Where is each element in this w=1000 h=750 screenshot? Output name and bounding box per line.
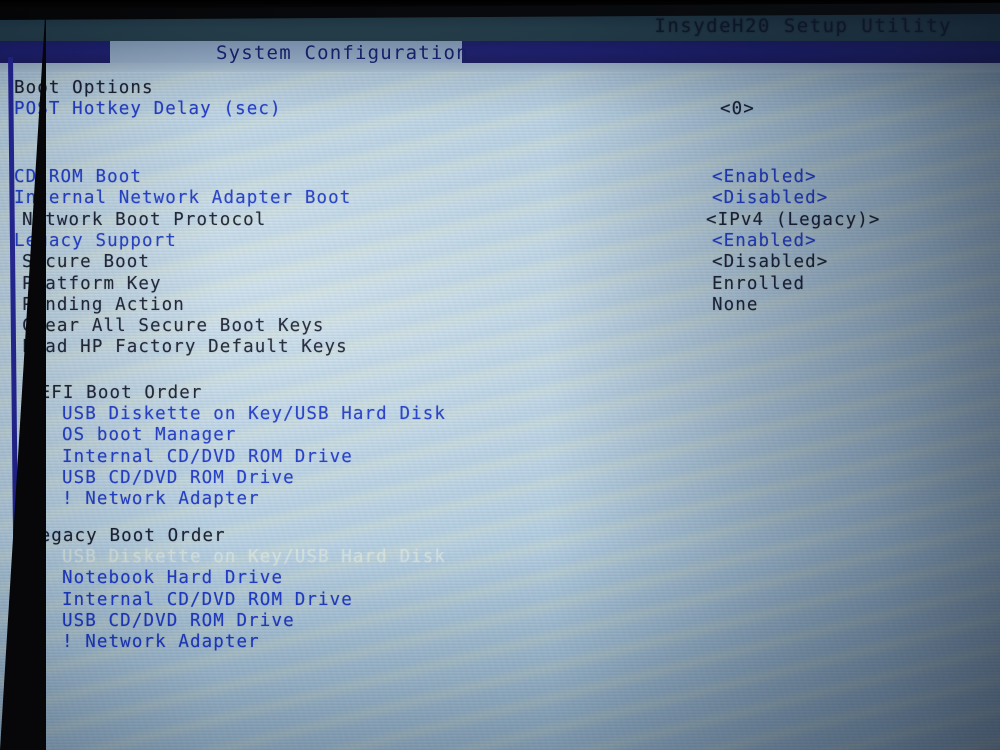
- setting-value-network-boot-protocol[interactable]: <IPv4 (Legacy)>: [706, 210, 881, 230]
- uefi-boot-item[interactable]: USB CD/DVD ROM Drive: [62, 468, 295, 488]
- uefi-boot-item[interactable]: USB Diskette on Key/USB Hard Disk: [62, 404, 446, 424]
- legacy-boot-item[interactable]: Notebook Hard Drive: [62, 568, 283, 588]
- uefi-boot-item[interactable]: Internal CD/DVD ROM Drive: [62, 447, 353, 467]
- setting-value-post-hotkey-delay[interactable]: <0>: [720, 99, 755, 119]
- section-heading-legacy-boot-order: Legacy Boot Order: [28, 526, 226, 546]
- setting-label-secure-boot[interactable]: Secure Boot: [22, 252, 150, 272]
- setting-value-secure-boot[interactable]: <Disabled>: [712, 252, 828, 272]
- setting-label-platform-key[interactable]: Platform Key: [22, 274, 162, 294]
- legacy-boot-item[interactable]: USB CD/DVD ROM Drive: [62, 611, 295, 631]
- section-heading-boot-options: Boot Options: [14, 78, 154, 98]
- action-load-hp-factory-default-keys[interactable]: Load HP Factory Default Keys: [22, 337, 348, 357]
- bios-screenshot: InsydeH20 Setup Utility System Configura…: [0, 0, 1000, 750]
- setting-label-pending-action[interactable]: Pending Action: [22, 295, 185, 315]
- legacy-boot-item[interactable]: USB Diskette on Key/USB Hard Disk: [62, 547, 446, 567]
- action-clear-all-secure-boot-keys[interactable]: Clear All Secure Boot Keys: [22, 316, 325, 336]
- lcd-surface: InsydeH20 Setup Utility System Configura…: [0, 13, 1000, 750]
- setting-label-cd-rom-boot[interactable]: CD-ROM Boot: [14, 167, 142, 187]
- uefi-boot-item[interactable]: OS boot Manager: [62, 425, 237, 445]
- setting-label-post-hotkey-delay[interactable]: POST Hotkey Delay (sec): [14, 99, 282, 119]
- section-heading-uefi-boot-order: UEFI Boot Order: [28, 383, 203, 403]
- setting-label-legacy-support[interactable]: Legacy Support: [14, 231, 177, 251]
- setting-label-internal-network-adapter-boot[interactable]: Internal Network Adapter Boot: [14, 188, 351, 208]
- uefi-boot-item[interactable]: ! Network Adapter: [62, 489, 260, 509]
- legacy-boot-item[interactable]: ! Network Adapter: [62, 632, 260, 652]
- setting-value-platform-key[interactable]: Enrolled: [712, 274, 805, 294]
- setting-label-network-boot-protocol[interactable]: Network Boot Protocol: [22, 210, 266, 230]
- setting-value-legacy-support[interactable]: <Enabled>: [712, 231, 817, 251]
- setting-value-pending-action[interactable]: None: [712, 295, 759, 315]
- setting-value-internal-network-adapter-boot[interactable]: <Disabled>: [712, 188, 828, 208]
- monitor-bezel-top: [0, 0, 1000, 13]
- settings-content: Boot Options POST Hotkey Delay (sec) <0> CD…: [0, 13, 1000, 750]
- setting-value-cd-rom-boot[interactable]: <Enabled>: [712, 167, 817, 187]
- legacy-boot-item[interactable]: Internal CD/DVD ROM Drive: [62, 590, 353, 610]
